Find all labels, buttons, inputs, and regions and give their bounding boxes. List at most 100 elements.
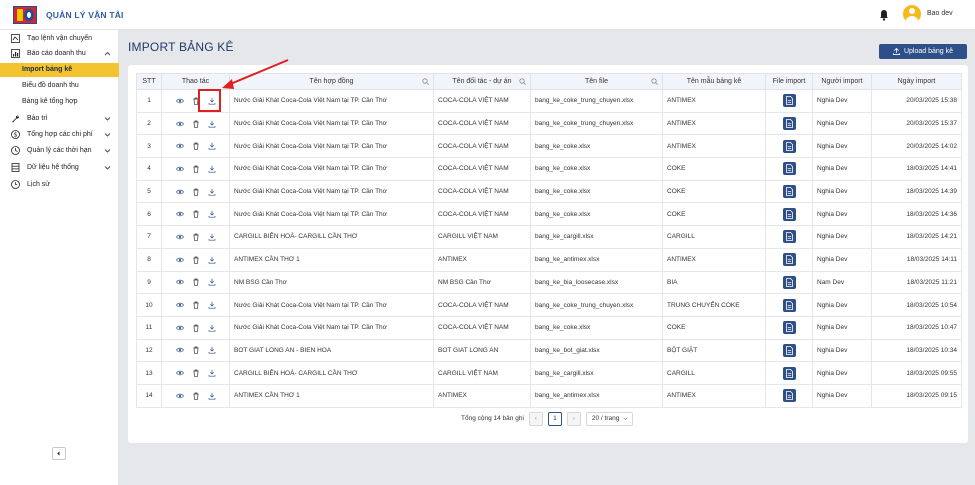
file-import-button[interactable] <box>782 162 796 176</box>
download-icon[interactable] <box>208 369 216 377</box>
eye-icon[interactable] <box>175 392 184 400</box>
col-header-ngay-import: Ngày import <box>871 73 962 90</box>
eye-icon[interactable] <box>175 369 184 377</box>
eye-icon[interactable] <box>175 120 184 128</box>
file-import-button[interactable] <box>782 321 796 335</box>
prev-page-button[interactable]: ‹ <box>528 411 543 426</box>
bell-icon[interactable] <box>879 9 889 21</box>
sidebar-item-label: Quản lý các thời hạn <box>27 147 92 154</box>
trash-icon[interactable] <box>192 120 200 128</box>
download-icon[interactable] <box>208 392 216 400</box>
trash-icon[interactable] <box>192 278 200 286</box>
cell-file-import <box>765 89 813 113</box>
page-size-select[interactable]: 20 / trang <box>585 411 633 426</box>
col-header-ten-doi-tac[interactable]: Tên đối tác - dự án <box>433 73 531 90</box>
download-icon[interactable] <box>208 256 216 264</box>
file-import-button[interactable] <box>782 94 796 108</box>
eye-icon[interactable] <box>175 301 184 309</box>
trash-icon[interactable] <box>192 210 200 218</box>
app-title: QUẢN LÝ VẬN TẢI <box>46 10 124 20</box>
download-icon[interactable] <box>208 165 216 173</box>
file-import-button[interactable] <box>782 185 796 199</box>
sidebar-item-bao-cao-doanh-thu[interactable]: Báo cáo doanh thu <box>0 47 119 61</box>
trash-icon[interactable] <box>192 233 200 241</box>
sidebar-subitem-bang-ke-tong-hop[interactable]: Bảng kê tổng hợp <box>0 95 119 109</box>
search-icon[interactable] <box>422 78 429 85</box>
cell-contract: Nước Giải Khát Coca-Cola Việt Nam tại TP… <box>229 315 434 340</box>
eye-icon[interactable] <box>175 210 184 218</box>
cell-stt: 6 <box>136 202 162 227</box>
eye-icon[interactable] <box>175 346 184 354</box>
clock-icon <box>11 146 20 155</box>
eye-icon[interactable] <box>175 97 184 105</box>
cell-file-name: bang_ke_coke_trung_chuyen.xlsx <box>530 89 663 113</box>
trash-icon[interactable] <box>192 165 200 173</box>
trash-icon[interactable] <box>192 369 200 377</box>
cell-actions <box>161 247 230 272</box>
file-import-button[interactable] <box>782 275 796 289</box>
file-import-button[interactable] <box>782 253 796 267</box>
eye-icon[interactable] <box>175 188 184 196</box>
trash-icon[interactable] <box>192 301 200 309</box>
file-import-button[interactable] <box>782 230 796 244</box>
download-icon[interactable] <box>208 301 216 309</box>
download-icon[interactable] <box>208 120 216 128</box>
download-icon[interactable] <box>208 210 216 218</box>
search-icon[interactable] <box>519 78 526 85</box>
download-icon[interactable] <box>208 142 216 150</box>
cell-user: Nghia Dev <box>812 225 872 249</box>
trash-icon[interactable] <box>192 142 200 150</box>
table-row: 12 BOT GIAT LONG AN - BIEN HOA BOT GIAT LO… <box>136 338 962 363</box>
eye-icon[interactable] <box>175 278 184 286</box>
sidebar-item-tao-lenh[interactable]: Tạo lệnh vận chuyển <box>0 32 119 46</box>
cell-template: COKE <box>662 202 766 227</box>
file-import-button[interactable] <box>782 298 796 312</box>
trash-icon[interactable] <box>192 324 200 332</box>
file-import-button[interactable] <box>782 366 796 380</box>
cell-file-name: bang_ke_coke.xlsx <box>530 202 663 227</box>
trash-icon[interactable] <box>192 188 200 196</box>
file-import-button[interactable] <box>782 207 796 221</box>
download-icon[interactable] <box>208 278 216 286</box>
download-icon[interactable] <box>208 346 216 354</box>
cell-template: CARGILL <box>662 225 766 249</box>
file-import-button[interactable] <box>782 117 796 131</box>
page-number[interactable]: 1 <box>547 411 562 426</box>
col-header-ten-file[interactable]: Tên file <box>530 73 663 90</box>
file-icon <box>785 391 793 401</box>
trash-icon[interactable] <box>192 346 200 355</box>
cell-partner: COCA-COLA VIỆT NAM <box>433 315 531 340</box>
cell-partner: CARGILL VIỆT NAM <box>433 225 531 249</box>
eye-icon[interactable] <box>175 324 184 332</box>
sidebar-item-bao-tri[interactable]: Bảo trì <box>0 112 119 126</box>
eye-icon[interactable] <box>175 142 184 150</box>
download-icon[interactable] <box>208 324 216 332</box>
download-icon[interactable] <box>208 233 216 241</box>
sidebar-item-lich-su[interactable]: Lịch sử <box>0 178 119 192</box>
sidebar-item-du-lieu-he-thong[interactable]: Dữ liệu hệ thống <box>0 161 119 175</box>
trash-icon[interactable] <box>192 392 200 400</box>
sidebar-item-tong-hop-chi-phi[interactable]: $ Tổng hợp các chi phí <box>0 128 119 142</box>
avatar[interactable] <box>903 5 921 23</box>
cell-template: COKE <box>662 157 766 181</box>
cell-date: 20/03/2025 15:38 <box>871 89 962 113</box>
eye-icon[interactable] <box>175 233 184 241</box>
file-import-button[interactable] <box>782 343 796 357</box>
cell-file-name: bang_ke_coke_trung_chuyen.xlsx <box>530 111 663 136</box>
trash-icon[interactable] <box>192 256 200 264</box>
username[interactable]: Bao dev <box>927 10 953 17</box>
sidebar-subitem-bieu-do-doanh-thu[interactable]: Biểu đồ doanh thu <box>0 79 119 93</box>
sidebar-item-quan-ly-thoi-han[interactable]: Quản lý các thời hạn <box>0 144 119 158</box>
cell-file-import <box>765 338 813 363</box>
file-import-button[interactable] <box>782 389 796 403</box>
download-icon[interactable] <box>208 188 216 196</box>
upload-button[interactable]: Upload bảng kê <box>879 44 967 59</box>
search-icon[interactable] <box>651 78 658 85</box>
sidebar-subitem-import-bang-ke[interactable]: Import bảng kê <box>0 63 119 77</box>
eye-icon[interactable] <box>175 256 184 264</box>
collapse-sidebar-button[interactable] <box>52 447 66 460</box>
next-page-button[interactable]: › <box>566 411 581 426</box>
file-import-button[interactable] <box>782 139 796 153</box>
company-logo[interactable] <box>13 6 37 24</box>
eye-icon[interactable] <box>175 165 184 173</box>
